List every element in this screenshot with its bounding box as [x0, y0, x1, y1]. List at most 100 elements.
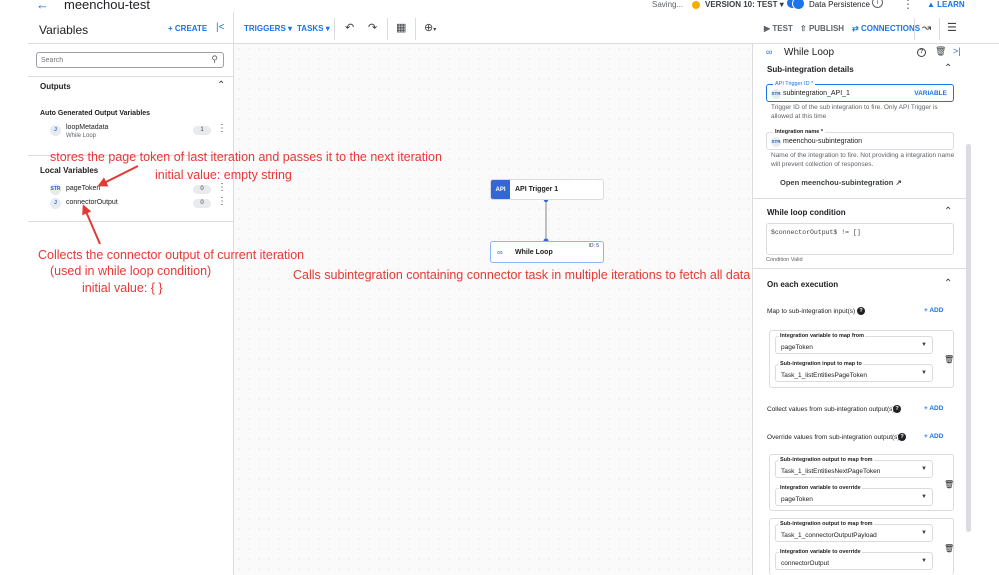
test-button[interactable]: ▶ TEST [764, 24, 793, 33]
variable-row-loop-metadata[interactable]: J loopMetadata While Loop 1 ⋮ [50, 123, 230, 139]
api-icon: API [491, 180, 510, 199]
while-loop-node[interactable]: ∞ While Loop ID: 5 [490, 241, 604, 263]
dropdown-arrow-icon: ▼ [921, 558, 927, 564]
analytics-icon[interactable]: ↝ [922, 21, 931, 34]
variables-panel: ⚲ Outputs ⌃ Auto Generated Output Variab… [28, 44, 234, 575]
publish-button[interactable]: ⇧ PUBLISH [800, 24, 844, 33]
chevron-up-icon[interactable]: ⌃ [944, 63, 952, 74]
variables-title: Variables [39, 23, 89, 37]
delete-icon[interactable]: 🗑 [944, 544, 954, 553]
dropdown-arrow-icon: ▼ [921, 466, 927, 472]
triggers-menu[interactable]: TRIGGERS ▾ [244, 24, 292, 33]
string-type-badge: STR [771, 89, 781, 99]
list-icon[interactable]: ☰ [947, 21, 957, 34]
more-vert-icon[interactable]: ⋮ [217, 182, 227, 193]
delete-icon[interactable]: 🗑 [935, 46, 946, 57]
input-mapping-card: Integration variable to map from pageTok… [769, 330, 954, 388]
zoom-icon[interactable]: ⊕▾ [424, 21, 436, 34]
chevron-up-icon[interactable]: ⌃ [944, 278, 952, 289]
variable-button[interactable]: VARIABLE [914, 90, 947, 97]
collapse-panel-icon[interactable]: |< [216, 22, 224, 33]
field-label: Integration name * [773, 129, 825, 135]
variable-name: loopMetadata [66, 124, 109, 131]
annotation-page-token-line2: initial value: empty string [155, 168, 292, 182]
more-vert-icon[interactable]: ⋮ [217, 196, 227, 207]
search-icon: ⚲ [211, 54, 218, 64]
annotation-canvas-note: Calls subintegration containing connecto… [293, 268, 751, 282]
variable-name: pageToken [66, 185, 101, 192]
version-dropdown[interactable]: VERSION 10: TEST ▾ [705, 0, 784, 9]
help-icon[interactable]: ? [898, 433, 906, 441]
auto-layout-icon[interactable]: ▦ [396, 21, 406, 34]
sub-integration-input-select[interactable]: Sub-integration input to map to Task_1_l… [775, 361, 933, 382]
api-trigger-node[interactable]: API API Trigger 1 [490, 179, 604, 200]
select-label: Integration variable to map from [779, 333, 866, 339]
delete-icon[interactable]: 🗑 [944, 480, 954, 489]
loop-node-id: ID: 5 [588, 243, 599, 249]
undo-icon[interactable]: ↶ [345, 21, 354, 34]
section-divider [753, 198, 966, 199]
close-panel-icon[interactable]: >| [953, 46, 961, 56]
condition-editor[interactable]: $connectorOutput$ != [] [766, 223, 954, 255]
panel-header: ∞ While Loop ? 🗑 >| [753, 44, 999, 62]
task-config-panel: ∞ While Loop ? 🗑 >| Sub-integration deta… [752, 44, 999, 575]
select-value: connectorOutput [781, 560, 830, 567]
integration-name-field[interactable]: Integration name * STR meenchou-subinteg… [766, 129, 954, 150]
help-icon[interactable]: ? [857, 307, 865, 315]
integration-variable-select[interactable]: Integration variable to override connect… [775, 549, 933, 570]
outputs-title: Outputs [40, 82, 71, 91]
json-type-badge: J [50, 125, 61, 136]
connections-button[interactable]: ⇄ CONNECTIONS [852, 24, 920, 33]
help-icon[interactable]: ? [917, 48, 926, 57]
annotation-connector-line2: (used in while loop condition) [50, 264, 212, 278]
learn-button[interactable]: ▲ LEARN [927, 0, 965, 9]
tasks-label: TASKS [297, 24, 324, 33]
create-variable-button[interactable]: + CREATE [168, 24, 207, 33]
api-trigger-id-field[interactable]: API Trigger ID * STR subintegration_API_… [766, 81, 954, 102]
variable-row-connector-output[interactable]: J connectorOutput 0 ⋮ [50, 196, 230, 211]
chevron-up-icon[interactable]: ⌃ [944, 206, 952, 217]
delete-icon[interactable]: 🗑 [944, 355, 954, 364]
sub-integration-output-select[interactable]: Sub-integration output to map from Task_… [775, 521, 933, 542]
dropdown-arrow-icon: ▼ [921, 494, 927, 500]
integration-name-help: Name of the integration to fire. Not pro… [771, 152, 955, 168]
help-icon[interactable]: ? [893, 405, 901, 413]
open-link-label: Open meenchou-subintegration [780, 178, 894, 187]
redo-icon[interactable]: ↷ [368, 21, 377, 34]
open-subintegration-link[interactable]: Open meenchou-subintegration ↗ [780, 178, 902, 187]
info-icon[interactable]: i [872, 0, 883, 8]
panel-scrollbar[interactable] [966, 144, 971, 532]
test-label: TEST [772, 24, 793, 33]
sub-integration-output-select[interactable]: Sub-integration output to map from Task_… [775, 457, 933, 478]
data-persistence-toggle[interactable] [787, 0, 805, 10]
search-box: ⚲ [36, 52, 224, 68]
field-value: subintegration_API_1 [783, 90, 850, 97]
string-type-badge: STR [771, 137, 781, 147]
trigger-node-label: API Trigger 1 [515, 186, 559, 193]
add-input-mapping-button[interactable]: + ADD [924, 307, 943, 314]
chevron-up-icon[interactable]: ⌃ [217, 80, 225, 91]
variable-source: While Loop [66, 133, 97, 139]
search-input[interactable] [37, 53, 197, 68]
version-label: VERSION 10: TEST [705, 0, 778, 9]
usage-count: 0 [193, 199, 211, 208]
more-vert-icon[interactable]: ⋮ [902, 0, 914, 11]
arrow-back-icon[interactable]: ← [36, 0, 49, 12]
integration-variable-select[interactable]: Integration variable to override pageTok… [775, 485, 933, 506]
designer-canvas[interactable]: API API Trigger 1 ∞ While Loop ID: 5 [234, 44, 752, 575]
panel-body: Sub-integration details ⌃ API Trigger ID… [753, 62, 966, 575]
toolbar-divider [415, 18, 416, 40]
annotation-connector-line3: initial value: { } [82, 281, 163, 295]
add-collect-button[interactable]: + ADD [924, 405, 943, 412]
more-vert-icon[interactable]: ⋮ [217, 123, 227, 134]
integration-variable-select[interactable]: Integration variable to map from pageTok… [775, 333, 933, 354]
connections-label: CONNECTIONS [860, 24, 921, 33]
dropdown-arrow-icon: ▼ [921, 342, 927, 348]
dropdown-arrow-icon: ▼ [921, 370, 927, 376]
variable-row-page-token[interactable]: STR pageToken 0 ⋮ [50, 182, 230, 197]
tasks-menu[interactable]: TASKS ▾ [297, 24, 330, 33]
add-override-button[interactable]: + ADD [924, 433, 943, 440]
section-divider [753, 268, 966, 269]
panel-title: While Loop [784, 47, 835, 58]
dropdown-arrow-icon: ▼ [921, 530, 927, 536]
